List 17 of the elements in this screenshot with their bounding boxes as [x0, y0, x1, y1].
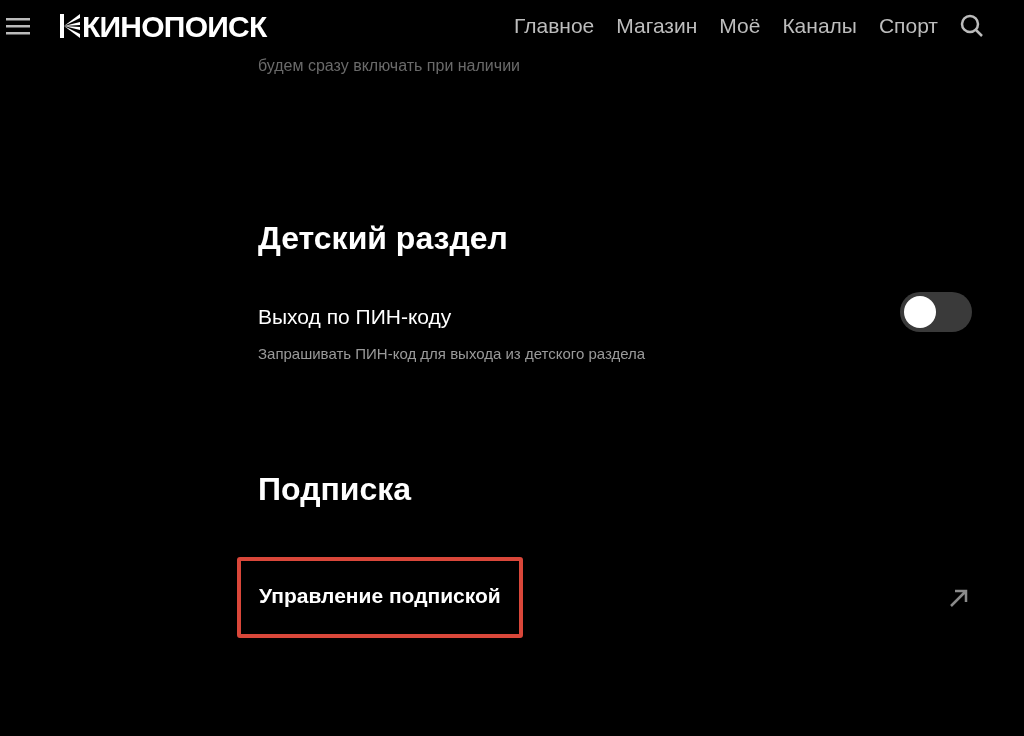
- logo-icon: [60, 14, 80, 38]
- menu-icon[interactable]: [6, 17, 30, 35]
- faded-text: будем сразу включать при наличии: [258, 58, 520, 74]
- logo-text[interactable]: КИНОПОИСК: [82, 3, 267, 49]
- setting-description: Запрашивать ПИН-код для выхода из детского раздела: [258, 346, 646, 361]
- nav-link[interactable]: Спорт: [878, 10, 938, 42]
- settings-link[interactable]: Управление подпиской: [259, 584, 501, 607]
- nav-link[interactable]: Каналы: [782, 10, 857, 42]
- nav-link[interactable]: Магазин: [616, 10, 698, 42]
- setting-label: Выход по ПИН-коду: [258, 306, 453, 327]
- nav-link[interactable]: Моё: [719, 10, 761, 42]
- section-heading: Детский раздел: [258, 222, 509, 254]
- search-icon[interactable]: [960, 14, 984, 38]
- section-heading: Подписка: [258, 473, 413, 505]
- nav-link[interactable]: Главное: [514, 10, 595, 42]
- external-arrow-icon[interactable]: [949, 587, 969, 608]
- toggle-switch[interactable]: [900, 292, 972, 332]
